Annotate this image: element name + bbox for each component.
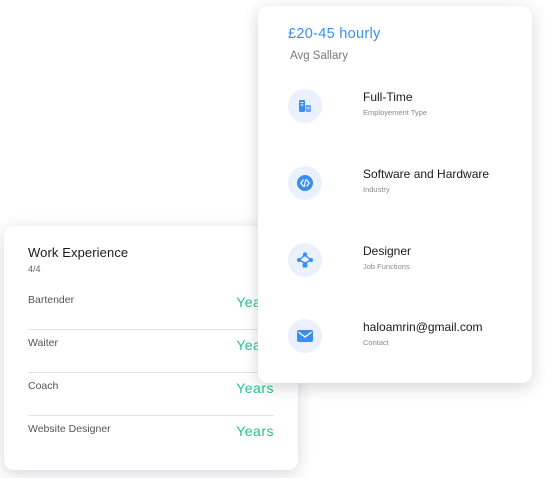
employment-type-item: Full-Time Employement Type xyxy=(288,89,528,129)
work-experience-title: Work Experience xyxy=(28,245,129,260)
job-function-value: Designer xyxy=(363,244,412,258)
work-experience-row[interactable]: Coach Years xyxy=(28,372,274,416)
industry-item: Software and Hardware Industry xyxy=(288,166,528,206)
work-role: Bartender xyxy=(28,294,75,306)
employment-type-value: Full-Time xyxy=(363,90,413,104)
employment-type-label: Employement Type xyxy=(363,108,428,117)
work-duration: Years xyxy=(236,423,274,439)
job-function-item: Designer Job Functions xyxy=(288,243,528,283)
work-experience-row[interactable]: Bartender Years xyxy=(28,286,274,330)
work-experience-card: Work Experience 4/4 Bartender Years Wait… xyxy=(4,226,298,470)
salary-range: £20-45 hourly xyxy=(288,26,381,42)
salary-label: Avg Sallary xyxy=(290,50,348,62)
code-icon xyxy=(288,166,322,200)
work-role: Coach xyxy=(28,380,59,392)
industry-value: Software and Hardware xyxy=(363,167,490,181)
contact-email[interactable]: haloamrin@gmail.com xyxy=(363,320,483,334)
job-info-card: £20-45 hourly Avg Sallary Full-Time Empl… xyxy=(258,6,532,383)
building-icon xyxy=(288,89,322,123)
work-experience-row[interactable]: Website Designer Years xyxy=(28,415,274,458)
work-role: Website Designer xyxy=(28,423,111,435)
contact-label: Contact xyxy=(363,338,389,347)
job-function-label: Job Functions xyxy=(363,262,410,271)
network-icon xyxy=(288,243,322,277)
work-experience-count: 4/4 xyxy=(28,264,41,274)
mail-icon xyxy=(288,319,322,353)
work-role: Waiter xyxy=(28,337,58,349)
industry-label: Industry xyxy=(363,185,390,194)
contact-item[interactable]: haloamrin@gmail.com Contact xyxy=(288,319,528,359)
profile-cards: Work Experience 4/4 Bartender Years Wait… xyxy=(0,0,556,478)
work-experience-row[interactable]: Waiter Years xyxy=(28,329,274,373)
